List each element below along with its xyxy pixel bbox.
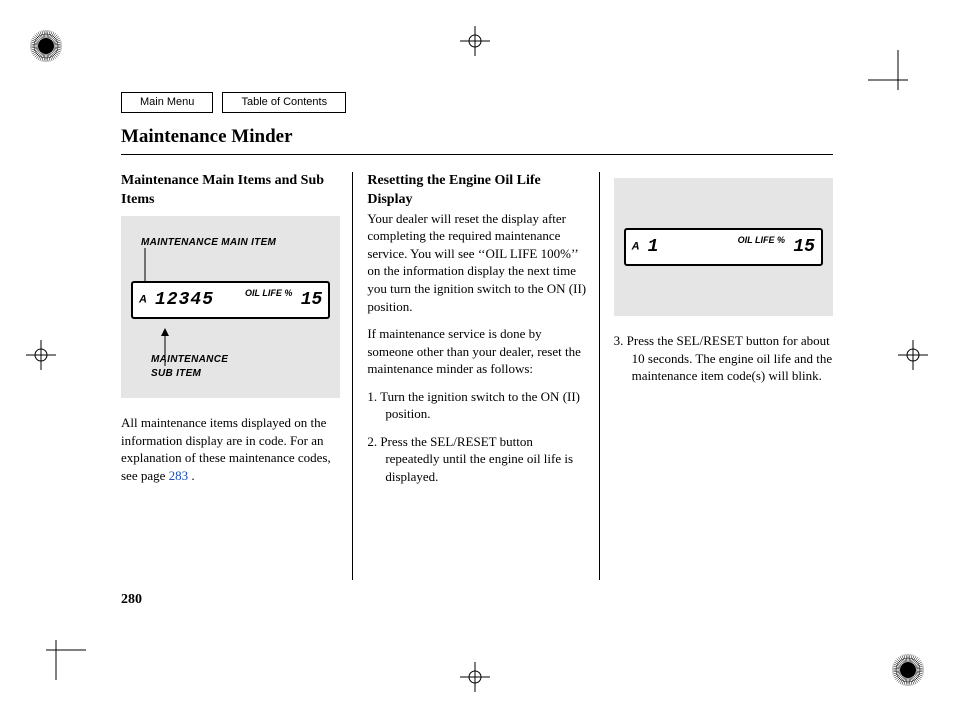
document-page: Main Menu Table of Contents Maintenance … xyxy=(0,0,954,710)
registration-mark-cross xyxy=(460,662,490,692)
step-2: 2. Press the SEL/RESET button repeatedly… xyxy=(367,433,586,486)
lcd-diagram-1: MAINTENANCE MAIN ITEM A 12345 OIL LIFE %… xyxy=(121,216,340,399)
lcd-letter: A xyxy=(632,240,640,255)
lcd-diagram-2: A 1 OIL LIFE % 15 xyxy=(614,178,833,316)
lcd-digits: 1 xyxy=(648,235,660,259)
registration-mark-cross xyxy=(26,340,56,370)
lcd-letter: A xyxy=(139,293,147,308)
col2-para1: Your dealer will reset the display after… xyxy=(367,210,586,315)
col1-text-post: . xyxy=(188,468,195,483)
registration-mark-corner xyxy=(868,50,928,90)
col1-text-pre: All maintenance items displayed on the i… xyxy=(121,415,331,483)
registration-mark-corner xyxy=(26,640,86,680)
lcd-digits: 12345 xyxy=(155,288,214,312)
page-number: 280 xyxy=(121,591,142,610)
callout-sub-item-l2: SUB ITEM xyxy=(151,368,201,379)
col2-para2: If maintenance service is done by someon… xyxy=(367,325,586,378)
col1-heading: Maintenance Main Items and Sub Items xyxy=(121,172,340,210)
pointer-line-bottom-icon xyxy=(159,328,179,366)
main-menu-button[interactable]: Main Menu xyxy=(121,92,213,113)
lcd-percent: 15 xyxy=(793,235,815,259)
step-1: 1. Turn the ignition switch to the ON (I… xyxy=(367,388,586,423)
col2-heading: Resetting the Engine Oil Life Display xyxy=(367,172,586,210)
registration-mark-starburst xyxy=(888,650,928,690)
column-1: Maintenance Main Items and Sub Items MAI… xyxy=(121,172,352,580)
column-2: Resetting the Engine Oil Life Display Yo… xyxy=(352,172,598,580)
steps-list: 1. Turn the ignition switch to the ON (I… xyxy=(367,388,586,486)
steps-list-continued: 3. Press the SEL/RESET button for about … xyxy=(614,332,833,385)
page-link-283[interactable]: 283 xyxy=(169,468,189,483)
registration-mark-starburst xyxy=(26,26,66,66)
body-columns: Maintenance Main Items and Sub Items MAI… xyxy=(121,172,833,580)
callout-main-item: MAINTENANCE MAIN ITEM xyxy=(141,236,330,250)
lcd-screen: A 12345 OIL LIFE % 15 xyxy=(131,281,330,319)
registration-mark-cross xyxy=(460,26,490,56)
registration-mark-cross xyxy=(898,340,928,370)
column-3: A 1 OIL LIFE % 15 3. Press the SEL/RESET… xyxy=(599,172,833,580)
nav-buttons: Main Menu Table of Contents xyxy=(121,92,346,113)
lcd-oil-label: OIL LIFE % xyxy=(738,234,785,246)
lcd-oil-label: OIL LIFE % xyxy=(245,287,292,299)
col1-paragraph: All maintenance items displayed on the i… xyxy=(121,414,340,484)
page-title: Maintenance Minder xyxy=(121,124,833,155)
toc-button[interactable]: Table of Contents xyxy=(222,92,346,113)
lcd-screen: A 1 OIL LIFE % 15 xyxy=(624,228,823,266)
lcd-percent: 15 xyxy=(301,288,323,312)
step-3: 3. Press the SEL/RESET button for about … xyxy=(614,332,833,385)
